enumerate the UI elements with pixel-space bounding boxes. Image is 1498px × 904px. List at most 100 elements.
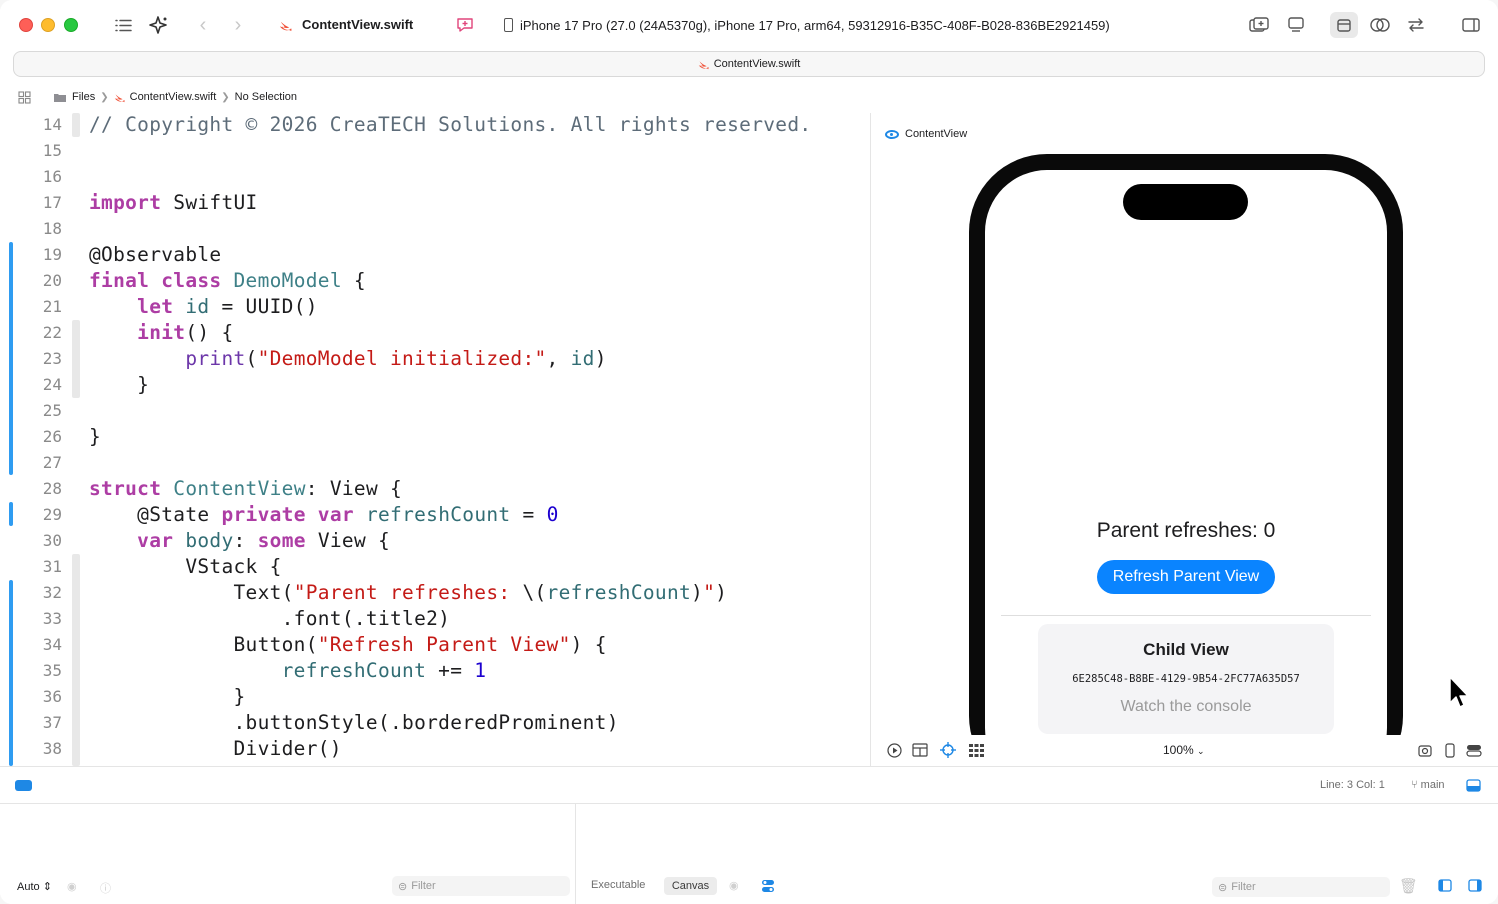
code-line: 33 .font(.title2) — [0, 607, 868, 633]
line-number: 20 — [42, 271, 62, 290]
code-line: 24 } — [0, 373, 868, 399]
breadcrumb-selection[interactable]: No Selection — [235, 91, 297, 103]
code-line: 18 — [0, 217, 868, 243]
code-line: 20 final class DemoModel { — [0, 269, 868, 295]
refresh-parent-button[interactable]: Refresh Parent View — [1097, 560, 1275, 594]
library-icon[interactable] — [1245, 12, 1273, 38]
child-view-hint: Watch the console — [1120, 698, 1252, 715]
comment-plus-icon[interactable] — [451, 12, 479, 38]
child-view-title: Child View — [1143, 640, 1229, 659]
editor-tab[interactable]: ContentView.swift — [13, 51, 1485, 77]
code-line: 31 VStack { — [0, 555, 868, 581]
debug-area-toggle-icon[interactable] — [15, 780, 32, 791]
code-text: VStack { — [185, 555, 282, 578]
console-filter-field[interactable]: ⊜ Filter — [1212, 877, 1390, 897]
breadcrumb-file-label: ContentView.swift — [129, 91, 217, 103]
eye-icon[interactable]: ◉ — [729, 879, 739, 892]
forward-chevron-icon[interactable]: › — [224, 12, 252, 38]
line-number: 24 — [42, 375, 62, 394]
panel-layout-icon[interactable] — [1466, 779, 1481, 797]
device-icon[interactable] — [1282, 12, 1310, 38]
preview-label[interactable]: ContentView — [885, 128, 967, 140]
code-text: @Observable — [89, 243, 222, 266]
line-number: 23 — [42, 349, 62, 368]
active-file-title[interactable]: ContentView.swift — [302, 17, 413, 32]
trash-icon[interactable]: 🗑 — [1399, 877, 1418, 895]
code-line: 15 — [0, 139, 868, 165]
variants-icon[interactable] — [911, 742, 929, 758]
swift-file-icon — [279, 21, 292, 32]
console-settings-icon[interactable] — [761, 879, 775, 898]
run-destination-selector[interactable]: iPhone 17 Pro (27.0 (24A5370g), iPhone 1… — [492, 11, 1152, 39]
zoom-selector[interactable]: 100% ⌄ — [1163, 743, 1205, 757]
code-line: 14 // Copyright © 2026 CreaTECH Solutions… — [0, 113, 868, 139]
source-editor[interactable]: 14 // Copyright © 2026 CreaTECH Solutions… — [0, 113, 868, 766]
device-settings-icon[interactable] — [1441, 742, 1459, 758]
code-text: } — [233, 685, 246, 708]
line-number: 32 — [42, 583, 62, 602]
swift-file-icon — [114, 93, 125, 102]
jump-bar: Files ❯ ContentView.swift ❯ No Selection — [0, 86, 1498, 108]
grid-icon[interactable] — [967, 742, 985, 758]
code-line: 22 init() { — [0, 321, 868, 347]
minimize-window-button[interactable] — [41, 18, 55, 32]
right-panel-icon[interactable] — [1468, 879, 1482, 897]
canvas-tab[interactable]: Canvas — [664, 877, 717, 895]
sparkle-icon[interactable] — [145, 12, 173, 38]
preview-title: ContentView — [905, 128, 968, 140]
close-window-button[interactable] — [19, 18, 33, 32]
code-text: let id = UUID() — [137, 295, 318, 318]
executable-tab[interactable]: Executable — [591, 879, 645, 891]
live-play-icon[interactable] — [885, 742, 903, 758]
swift-file-icon — [698, 60, 709, 69]
screenshot-icon[interactable] — [1416, 742, 1434, 758]
code-line: 38 Divider() — [0, 737, 868, 763]
filter-icon: ⊜ — [398, 880, 408, 893]
line-number: 18 — [42, 219, 62, 238]
code-line: 34 Button("Refresh Parent View") { — [0, 633, 868, 659]
preview-canvas[interactable]: ContentView Parent refreshes: 0 Refresh … — [870, 113, 1498, 766]
right-sidebar-icon[interactable] — [1457, 12, 1485, 38]
eye-icon[interactable]: ◉ — [67, 880, 77, 893]
swap-icon[interactable] — [1402, 12, 1430, 38]
code-text: init() { — [137, 321, 234, 344]
code-text: refreshCount += 1 — [281, 659, 487, 682]
back-chevron-icon[interactable]: ‹ — [189, 12, 217, 38]
grid-icon[interactable] — [18, 90, 31, 104]
breadcrumb-files[interactable]: Files — [53, 91, 95, 103]
code-text: Button("Refresh Parent View") { — [233, 633, 607, 656]
breadcrumb-selection-label: No Selection — [234, 91, 298, 103]
child-view-uuid: 6E285C48-B8BE-4129-9B54-2FC77A635D57 — [1072, 673, 1300, 685]
variables-filter-field[interactable]: ⊜ Filter — [392, 876, 570, 896]
info-icon[interactable]: ⓘ — [100, 880, 111, 896]
eye-icon — [885, 129, 899, 139]
sidebar-list-icon[interactable] — [109, 12, 137, 38]
line-number: 35 — [42, 661, 62, 680]
line-number: 33 — [42, 609, 62, 628]
branch-indicator[interactable]: ⑂ main — [1411, 779, 1445, 791]
code-text: .font(.title2) — [281, 607, 451, 630]
line-number: 36 — [42, 687, 62, 706]
zoom-window-button[interactable] — [64, 18, 78, 32]
review-icon[interactable] — [1366, 12, 1394, 38]
code-line: 25 — [0, 399, 868, 425]
iphone-icon — [504, 18, 513, 32]
canvas-settings-icon[interactable] — [1465, 742, 1483, 758]
line-number: 27 — [42, 453, 62, 472]
debug-area-divider[interactable] — [575, 804, 576, 904]
line-number: 14 — [42, 115, 62, 134]
mouse-pointer-icon — [1449, 676, 1469, 708]
code-text: @State private var refreshCount = 0 — [137, 503, 559, 526]
preview-toolbar: 100% ⌄ — [871, 735, 1498, 766]
code-text: .buttonStyle(.borderedProminent) — [233, 711, 619, 734]
breadcrumb-file[interactable]: ContentView.swift — [114, 91, 217, 103]
editor-status-bar: Line: 3 Col: 1 ⑂ main — [0, 766, 1498, 804]
variables-scope-selector[interactable]: Auto ⇕ — [17, 880, 52, 893]
left-panel-icon[interactable] — [1438, 879, 1452, 897]
code-text: final class DemoModel { — [89, 269, 366, 292]
device-screen[interactable]: Parent refreshes: 0 Refresh Parent View … — [985, 170, 1387, 766]
selectable-crosshair-icon[interactable] — [939, 742, 957, 758]
code-text: var body: some View { — [137, 529, 391, 552]
code-line: 30 var body: some View { — [0, 529, 868, 555]
inspector-icon[interactable] — [1330, 12, 1358, 38]
